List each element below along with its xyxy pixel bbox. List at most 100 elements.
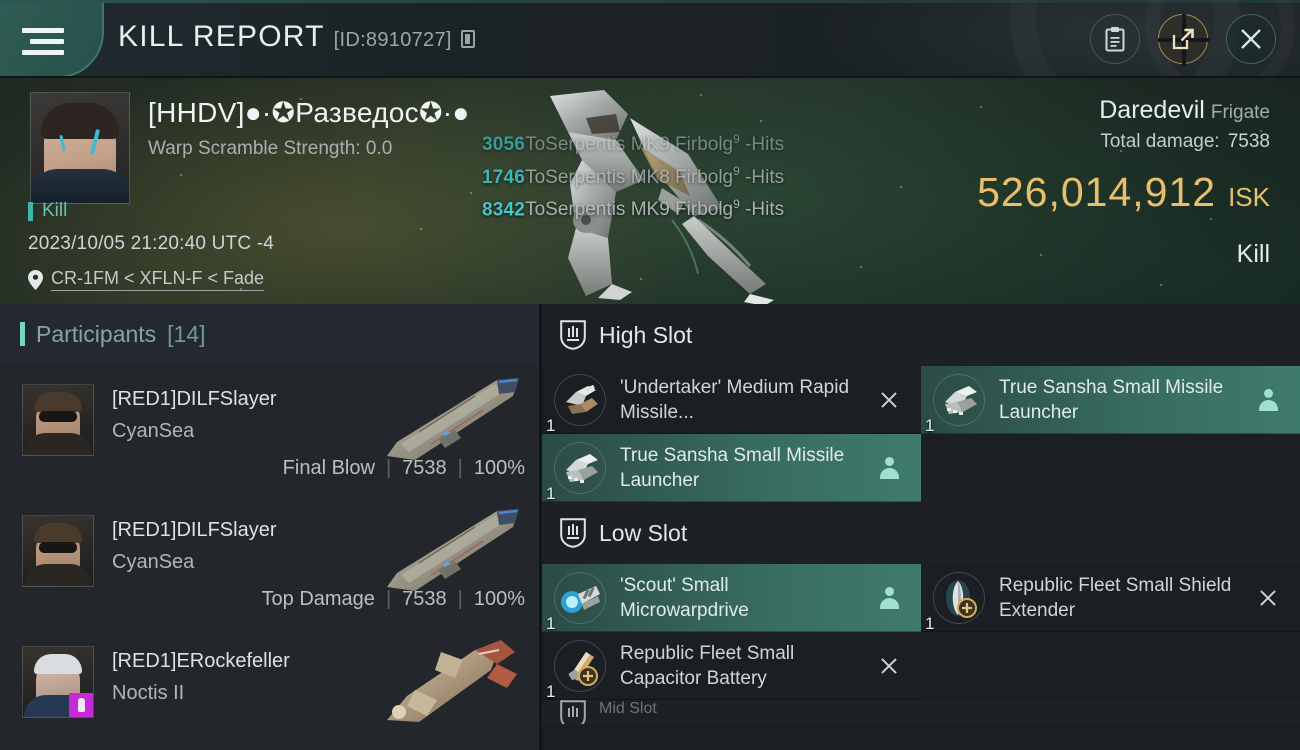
participant-tag: Top Damage [261, 588, 375, 610]
participant-name: [RED1]ERockefeller [112, 650, 290, 672]
module-name: True Sansha Small Missile Launcher [620, 444, 845, 491]
page-title-text: KILL REPORT [118, 20, 325, 53]
participants-header: Participants [14] [0, 304, 539, 364]
missile-launcher-icon [931, 372, 987, 428]
participants-accent-bar [20, 322, 25, 346]
module-item[interactable]: 1 'Undertaker' Medium Rapid Missile... [542, 366, 921, 435]
avatar-hair [34, 392, 82, 412]
total-damage: Total damage: 7538 [977, 131, 1270, 153]
participant-row[interactable]: [RED1]DILFSlayer CyanSea Final Blow | 75… [0, 364, 539, 495]
stat-separator: | [385, 588, 392, 610]
slot-section-title: High Slot [599, 321, 693, 348]
hit-row: 1746ToSerpentis MK8 Firbolg9 -Hits [482, 158, 784, 190]
title-bar-actions [1090, 14, 1276, 66]
participant-ship: CyanSea [112, 551, 195, 573]
stat-separator: | [385, 457, 392, 479]
slot-shield-icon [560, 518, 586, 548]
title-bar: KILL REPORT [ID:8910727] [0, 0, 1300, 78]
module-quantity: 1 [546, 682, 556, 701]
close-icon [1241, 29, 1261, 49]
hamburger-menu-button[interactable] [0, 3, 104, 76]
hit-suffix: -Hits [739, 198, 785, 220]
hit-superscript: 9 [733, 132, 740, 146]
high-slot-modules: 1 'Undertaker' Medium Rapid Missile... 1… [542, 366, 1300, 503]
module-destroyed-icon [879, 656, 899, 676]
hit-damage-value: 1746 [482, 166, 526, 188]
slot-section-title: Low Slot [599, 519, 688, 546]
participant-damage: 7538 [402, 588, 447, 610]
avatar-sunglasses [39, 542, 77, 553]
participant-ship-render [387, 640, 517, 722]
status-badge: Kill [28, 200, 67, 222]
damage-hits-list: 3056ToSerpentis MK9 Firbolg9 -Hits 1746T… [482, 126, 784, 223]
slot-shield-icon [560, 320, 586, 350]
module-dropped-icon [1259, 388, 1278, 411]
warp-scramble-strength: Warp Scramble Strength: 0.0 [148, 138, 393, 159]
participants-panel: Participants [14] [RED1]DILFSlayer CyanS… [0, 304, 542, 750]
participant-row[interactable]: [RED1]DILFSlayer CyanSea Top Damage | 75… [0, 495, 539, 626]
total-damage-label: Total damage: [1100, 131, 1220, 152]
module-quantity: 1 [546, 484, 556, 503]
participant-row[interactable]: [RED1]ERockefeller Noctis II [0, 626, 539, 750]
hit-superscript: 9 [733, 196, 740, 211]
close-button[interactable] [1226, 14, 1276, 64]
hit-suffix: -Hits [739, 134, 785, 156]
kill-timestamp: 2023/10/05 21:20:40 UTC -4 [28, 233, 275, 254]
participant-avatar[interactable] [22, 515, 94, 587]
total-damage-value: 7538 [1227, 131, 1270, 152]
participant-name: [RED1]DILFSlayer [112, 388, 277, 410]
module-dropped-icon [880, 456, 899, 479]
module-item[interactable]: 1 True Sansha Small Missile Launcher [542, 434, 921, 503]
victim-name: [HHDV]●·✪Разведос✪·● [148, 97, 470, 128]
clipboard-button[interactable] [1090, 14, 1140, 64]
avatar-body [31, 169, 129, 203]
avatar-body [24, 564, 92, 586]
participant-tag: Final Blow [282, 457, 375, 479]
missile-launcher-icon [552, 372, 608, 428]
ship-class: Frigate [1210, 102, 1270, 123]
module-item[interactable]: 1 True Sansha Small Missile Launcher [921, 366, 1300, 435]
participant-avatar[interactable] [22, 384, 94, 456]
victim-ship-info: Daredevil Frigate Total damage: 7538 526,0… [977, 96, 1270, 216]
module-quantity: 1 [546, 416, 556, 435]
kill-location[interactable]: CR-1FM < XFLN-F < Fade [28, 268, 265, 291]
participant-percent: 100% [473, 457, 525, 479]
hit-source-text: ToSerpentis MK8 Firbolg [525, 166, 734, 188]
kill-location-link[interactable]: CR-1FM < XFLN-F < Fade [51, 268, 265, 291]
avatar-hair [34, 523, 82, 543]
external-link-icon [1172, 28, 1194, 50]
hit-source-text: ToSerpentis MK9 Firbolg [525, 198, 734, 220]
capacitor-battery-icon [552, 638, 608, 694]
participant-badge [69, 693, 93, 717]
module-name: True Sansha Small Missile Launcher [999, 376, 1224, 423]
module-name: Republic Fleet Small Capacitor Battery [620, 642, 795, 689]
copy-icon[interactable] [460, 30, 475, 48]
module-item[interactable]: 1 Republic Fleet Small Shield Extender [921, 564, 1300, 633]
module-item[interactable]: 1 'Scout' Small Microwarpdrive [542, 564, 921, 633]
participant-percent: 100% [473, 588, 525, 610]
participant-ship-render [387, 509, 519, 591]
participant-ship-render [387, 378, 519, 460]
module-item[interactable]: 1 Republic Fleet Small Capacitor Battery [542, 632, 921, 701]
status-accent-bar [28, 201, 33, 221]
clipboard-icon [1105, 27, 1125, 52]
shield-extender-icon [931, 570, 987, 626]
detail-area: Participants [14] [RED1]DILFSlayer CyanS… [0, 304, 1300, 750]
stat-separator: | [457, 588, 463, 610]
share-button[interactable] [1158, 14, 1210, 66]
participant-avatar[interactable] [22, 646, 94, 718]
participant-stats: Top Damage | 7538 | 100% [262, 588, 525, 611]
isk-value-row: 526,014,912 ISK [977, 169, 1270, 216]
participant-stats: Final Blow | 7538 | 100% [283, 457, 525, 480]
hit-damage-value: 8342 [482, 198, 526, 220]
hit-source-text: ToSerpentis MK9 Firbolg [525, 134, 734, 156]
slot-section-header-low: Low Slot [542, 502, 1300, 564]
module-quantity: 1 [546, 614, 556, 633]
victim-avatar[interactable] [30, 92, 130, 204]
participant-ship: CyanSea [112, 420, 195, 442]
slot-shield-icon [560, 700, 586, 724]
fitting-slots-panel: High Slot 1 'Undertaker' Medium Rapid Mi… [542, 304, 1300, 750]
module-name: 'Scout' Small Microwarpdrive [620, 574, 749, 621]
slot-section-header-high: High Slot [542, 304, 1300, 366]
module-destroyed-icon [879, 390, 899, 410]
